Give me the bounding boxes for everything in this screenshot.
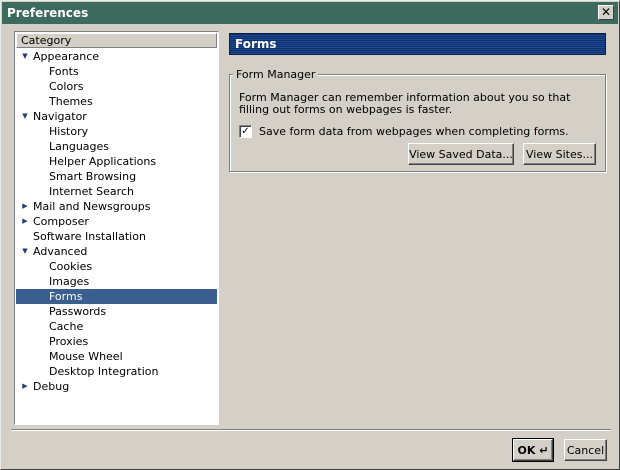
- ok-button[interactable]: OK ↵: [512, 438, 554, 462]
- category-item[interactable]: Themes: [16, 94, 217, 109]
- category-item-label: Themes: [49, 95, 93, 108]
- expanded-triangle-icon[interactable]: ▼: [20, 49, 30, 64]
- panel-title: Forms: [229, 33, 606, 55]
- category-item-label: Fonts: [49, 65, 79, 78]
- category-item-label: Forms: [49, 290, 83, 303]
- category-item-label: Desktop Integration: [49, 365, 159, 378]
- category-item[interactable]: Helper Applications: [16, 154, 217, 169]
- category-item[interactable]: Desktop Integration: [16, 364, 217, 379]
- category-item-label: Languages: [49, 140, 110, 153]
- footer-separator: [11, 429, 611, 431]
- category-item-label: Appearance: [33, 50, 100, 63]
- checkmark-icon: ✓: [241, 126, 250, 137]
- category-item[interactable]: ▼ Navigator: [16, 109, 217, 124]
- save-form-data-label[interactable]: Save form data from webpages when comple…: [259, 126, 569, 138]
- category-item[interactable]: ▼ Appearance: [16, 49, 217, 64]
- category-item-label: Mail and Newsgroups: [33, 200, 151, 213]
- close-button[interactable]: ✕: [598, 5, 614, 20]
- collapsed-triangle-icon[interactable]: ▶: [20, 379, 30, 394]
- enter-arrow-icon: ↵: [539, 443, 549, 457]
- category-item[interactable]: Cookies: [16, 259, 217, 274]
- expanded-triangle-icon[interactable]: ▼: [20, 244, 30, 259]
- category-item-label: Passwords: [49, 305, 107, 318]
- category-item-label: Advanced: [33, 245, 88, 258]
- category-item-label: Proxies: [49, 335, 89, 348]
- view-sites-button[interactable]: View Sites...: [523, 143, 596, 165]
- category-item[interactable]: Mouse Wheel: [16, 349, 217, 364]
- category-item-label: Composer: [33, 215, 89, 228]
- collapsed-triangle-icon[interactable]: ▶: [20, 199, 30, 214]
- collapsed-triangle-icon[interactable]: ▶: [20, 214, 30, 229]
- close-icon: ✕: [600, 5, 612, 19]
- form-manager-description: Form Manager can remember information ab…: [239, 91, 571, 116]
- category-item[interactable]: Images: [16, 274, 217, 289]
- preferences-window: Preferences ✕ Category ▼ Appearance Fonts C…: [0, 0, 620, 470]
- category-item[interactable]: ▶ Composer: [16, 214, 217, 229]
- expanded-triangle-icon[interactable]: ▼: [20, 109, 30, 124]
- category-item[interactable]: Cache: [16, 319, 217, 334]
- category-list: ▼ Appearance Fonts Colors Themes ▼ Navigator Hi…: [16, 49, 217, 394]
- cancel-button[interactable]: Cancel: [564, 439, 607, 461]
- category-tree[interactable]: Category ▼ Appearance Fonts Colors Themes ▼ Na…: [14, 31, 219, 425]
- category-item[interactable]: History: [16, 124, 217, 139]
- category-item[interactable]: Proxies: [16, 334, 217, 349]
- category-item-label: Cache: [49, 320, 84, 333]
- category-item-label: Mouse Wheel: [49, 350, 123, 363]
- view-saved-data-button[interactable]: View Saved Data...: [408, 143, 514, 165]
- form-manager-legend: Form Manager: [233, 68, 319, 81]
- category-item[interactable]: Passwords: [16, 304, 217, 319]
- category-item[interactable]: Fonts: [16, 64, 217, 79]
- category-item[interactable]: ▼ Advanced: [16, 244, 217, 259]
- category-item-label: Internet Search: [49, 185, 134, 198]
- category-item-label: Helper Applications: [49, 155, 157, 168]
- category-item-label: Navigator: [33, 110, 87, 123]
- category-column-header[interactable]: Category: [16, 33, 217, 48]
- category-item-label: Smart Browsing: [49, 170, 137, 183]
- category-item[interactable]: ▶ Mail and Newsgroups: [16, 199, 217, 214]
- category-item-label: Debug: [33, 380, 70, 393]
- category-item-label: Images: [49, 275, 90, 288]
- window-title: Preferences: [7, 6, 89, 20]
- category-item[interactable]: Languages: [16, 139, 217, 154]
- category-item[interactable]: Forms: [16, 289, 217, 304]
- title-bar[interactable]: Preferences ✕: [2, 2, 618, 24]
- category-item-label: History: [49, 125, 89, 138]
- category-item[interactable]: Smart Browsing: [16, 169, 217, 184]
- category-item[interactable]: Internet Search: [16, 184, 217, 199]
- category-item-label: Colors: [49, 80, 84, 93]
- category-item[interactable]: ▶ Debug: [16, 379, 217, 394]
- save-form-data-checkbox[interactable]: ✓: [239, 125, 252, 138]
- category-item[interactable]: Colors: [16, 79, 217, 94]
- category-item-label: Cookies: [49, 260, 93, 273]
- category-item[interactable]: Software Installation: [16, 229, 217, 244]
- ok-label: OK: [517, 443, 536, 457]
- category-item-label: Software Installation: [33, 230, 146, 243]
